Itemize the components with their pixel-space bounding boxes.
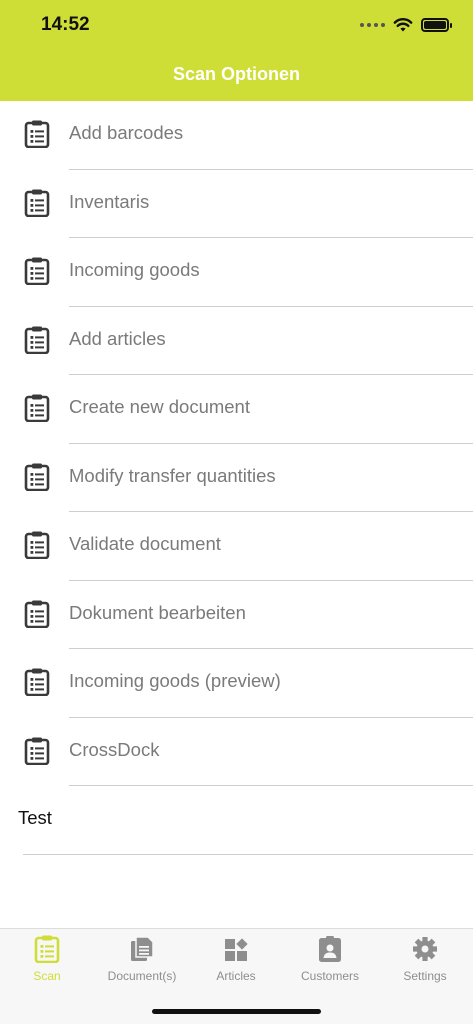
list-item-inventaris[interactable]: Inventaris [0,170,473,238]
list-item-crossdock[interactable]: CrossDock [0,718,473,786]
battery-icon [421,18,452,32]
list-item-create-new-document[interactable]: Create new document [0,375,473,444]
list-item-label: Add barcodes [69,122,184,143]
list-item-label: Create new document [69,396,250,417]
clipboard-list-icon [24,668,50,696]
tab-label: Settings [403,969,447,983]
list-item-test[interactable]: Test [0,786,473,855]
articles-icon [225,938,248,961]
tab-label: Articles [216,969,256,983]
clipboard-list-icon [24,531,50,559]
tab-label: Document(s) [107,969,177,983]
page-title: Scan Optionen [172,64,300,84]
tab-articles[interactable]: Articles [189,935,283,983]
list-item-dokument-bearbeiten[interactable]: Dokument bearbeiten [0,581,473,649]
list-item-label: Modify transfer quantities [69,464,276,486]
clipboard-list-icon [24,326,50,354]
clipboard-list-icon [24,737,50,765]
list-item-label: CrossDock [69,738,160,760]
wifi-icon [393,18,413,32]
list-item-modify-transfer-quantities[interactable]: Modify transfer quantities [0,444,473,512]
list-item-incoming-goods-preview[interactable]: Incoming goods (preview) [0,649,473,718]
list-item-label: Validate document [69,533,221,554]
gear-icon [413,937,437,961]
list-item-label: Incoming goods [69,259,200,280]
list-item-label: Inventaris [69,190,150,212]
tab-documents[interactable]: Document(s) [95,935,189,983]
list-item-label: Add articles [69,327,166,349]
documents-icon [131,936,154,961]
divider [23,854,473,855]
status-icons [360,17,452,33]
scan-options-list: Add barcodes Inventaris Incoming goods A… [0,101,473,786]
customer-card-icon [319,936,341,962]
clipboard-list-icon [24,394,50,422]
clipboard-list-icon [24,600,50,628]
list-item-label: Incoming goods (preview) [69,670,281,691]
list-item-add-barcodes[interactable]: Add barcodes [0,101,473,170]
tab-scan[interactable]: Scan [0,935,94,983]
app-header: 14:52 Scan Optionen [0,0,473,101]
tab-label: Scan [33,969,61,983]
list-item-incoming-goods[interactable]: Incoming goods [0,238,473,307]
signal-icon [360,23,385,27]
list-item-validate-document[interactable]: Validate document [0,512,473,581]
tab-label: Customers [300,969,359,983]
home-indicator[interactable] [152,1009,321,1014]
clipboard-list-icon [34,935,60,963]
clipboard-list-icon [24,120,50,148]
list-item-add-articles[interactable]: Add articles [0,307,473,375]
list-item-label: Dokument bearbeiten [69,601,246,623]
clipboard-list-icon [24,189,50,217]
clipboard-list-icon [24,257,50,285]
test-label: Test [18,807,52,828]
tab-customers[interactable]: Customers [283,935,377,983]
clipboard-list-icon [24,463,50,491]
status-time: 14:52 [41,14,90,35]
tab-settings[interactable]: Settings [378,935,472,983]
